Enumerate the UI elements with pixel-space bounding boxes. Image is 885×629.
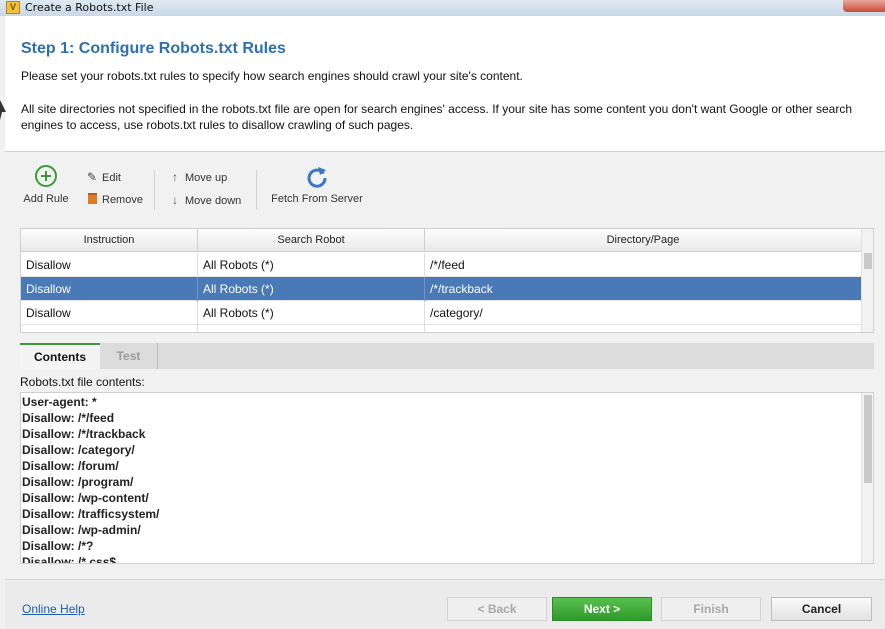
cell-robot: All Robots (*) xyxy=(198,253,425,277)
contents-line: Disallow: /wp-content/ xyxy=(22,491,149,505)
title-bar: V Create a Robots.txt File xyxy=(0,0,885,16)
step-title: Step 1: Configure Robots.txt Rules xyxy=(21,40,286,57)
edit-label: Edit xyxy=(102,172,121,184)
cell-path: /*/trackback xyxy=(430,282,493,296)
add-rule-label: Add Rule xyxy=(23,193,69,205)
cancel-button[interactable]: Cancel xyxy=(771,597,872,621)
app-icon: V xyxy=(6,1,20,14)
grid-scrollbar[interactable] xyxy=(861,229,873,332)
wizard-header: Step 1: Configure Robots.txt Rules Pleas… xyxy=(5,16,885,152)
finish-button[interactable]: Finish xyxy=(661,597,761,621)
contents-line: Disallow: /*/trackback xyxy=(22,427,146,441)
contents-scrollbar-thumb[interactable] xyxy=(864,395,872,483)
grid-scrollbar-thumb[interactable] xyxy=(864,253,872,269)
contents-line: Disallow: /*.css$ xyxy=(22,555,117,564)
rules-toolbar: Add Rule ✎ Edit Remove ↑ Move up ↓ Move dow… xyxy=(5,153,885,219)
cell-robot: All Robots (*) xyxy=(198,301,425,325)
fetch-label: Fetch From Server xyxy=(271,193,363,205)
move-down-button[interactable]: ↓ Move down xyxy=(168,193,241,207)
grid-header: Instruction Search Robot Directory/Page xyxy=(21,229,861,252)
contents-label: Robots.txt file contents: xyxy=(20,375,145,389)
plus-circle-icon xyxy=(35,165,57,187)
cell-instruction: Disallow xyxy=(21,301,198,325)
contents-line: Disallow: /program/ xyxy=(22,475,134,489)
contents-line: Disallow: /forum/ xyxy=(22,459,119,473)
contents-line: Disallow: /trafficsystem/ xyxy=(22,507,160,521)
table-row[interactable]: Disallow All Robots (*) /forum/ xyxy=(21,325,861,332)
move-up-button[interactable]: ↑ Move up xyxy=(168,170,227,184)
contents-line: Disallow: /*/feed xyxy=(22,411,115,425)
next-button[interactable]: Next > xyxy=(552,597,652,621)
move-up-label: Move up xyxy=(185,172,228,184)
table-row-selected[interactable]: Disallow All Robots (*) /*/trackback xyxy=(21,277,861,301)
cell-instruction: Disallow xyxy=(21,253,198,277)
cell-instruction: Disallow xyxy=(21,277,198,301)
contents-scrollbar[interactable] xyxy=(861,393,873,563)
mouse-cursor-icon xyxy=(0,100,6,120)
cell-instruction: Disallow xyxy=(21,325,198,332)
robots-contents-textarea[interactable]: User-agent: * Disallow: /*/feed Disallow… xyxy=(20,392,874,564)
online-help-link[interactable]: Online Help xyxy=(22,602,85,616)
column-header-instruction[interactable]: Instruction xyxy=(21,229,198,252)
add-rule-button[interactable]: Add Rule xyxy=(21,165,71,205)
column-header-directory[interactable]: Directory/Page xyxy=(425,229,861,252)
edit-button[interactable]: ✎ Edit xyxy=(85,170,121,184)
cell-path: /forum/ xyxy=(425,325,861,332)
close-window-button[interactable] xyxy=(843,0,885,12)
rules-grid: Instruction Search Robot Directory/Page … xyxy=(20,228,874,333)
wizard-footer: Online Help < Back Next > Finish Cancel xyxy=(5,579,885,629)
remove-button[interactable]: Remove xyxy=(85,193,143,207)
step-description: Please set your robots.txt rules to spec… xyxy=(21,69,523,83)
tab-strip: Contents Test xyxy=(20,343,874,369)
tab-test[interactable]: Test xyxy=(100,343,158,369)
cell-robot: All Robots (*) xyxy=(198,325,425,332)
tab-contents[interactable]: Contents xyxy=(20,343,100,369)
toolbar-separator xyxy=(154,170,155,210)
contents-line: User-agent: * xyxy=(22,395,97,409)
contents-line: Disallow: /*? xyxy=(22,539,94,553)
column-header-search-robot[interactable]: Search Robot xyxy=(198,229,425,252)
move-down-label: Move down xyxy=(185,195,242,207)
refresh-icon xyxy=(307,167,327,188)
pencil-icon: ✎ xyxy=(86,170,98,184)
contents-line: Disallow: /category/ xyxy=(22,443,135,457)
step-note: All site directories not specified in th… xyxy=(21,102,853,132)
cell-path: /category/ xyxy=(430,306,483,320)
arrow-up-icon: ↑ xyxy=(172,170,178,184)
trash-icon xyxy=(85,193,99,207)
back-button[interactable]: < Back xyxy=(447,597,547,621)
table-row[interactable]: Disallow All Robots (*) /*/feed xyxy=(21,253,861,277)
cell-path: /*/feed xyxy=(430,258,465,272)
toolbar-separator xyxy=(256,170,257,210)
arrow-down-icon: ↓ xyxy=(172,193,178,207)
table-row[interactable]: Disallow All Robots (*) /category/ xyxy=(21,301,861,325)
remove-label: Remove xyxy=(102,194,143,206)
contents-line: Disallow: /wp-admin/ xyxy=(22,523,141,537)
window-title: Create a Robots.txt File xyxy=(25,1,154,14)
cell-robot: All Robots (*) xyxy=(198,277,425,301)
fetch-from-server-button[interactable]: Fetch From Server xyxy=(267,165,367,205)
